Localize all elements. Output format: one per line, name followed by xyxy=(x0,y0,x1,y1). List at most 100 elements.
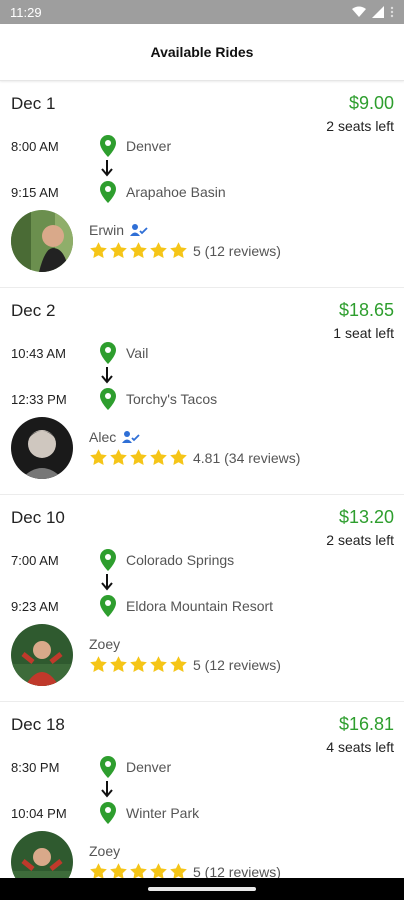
dropoff-place: Arapahoe Basin xyxy=(126,184,226,200)
driver-name: Zoey xyxy=(89,843,121,859)
seats-left: 2 seats left xyxy=(326,118,394,134)
rating-text: 4.81 (34 reviews) xyxy=(193,449,301,466)
star-icon xyxy=(110,449,127,465)
seats-left: 4 seats left xyxy=(326,739,394,755)
arrow-down-icon xyxy=(101,367,113,384)
star-icon xyxy=(170,449,187,465)
star-icon xyxy=(110,656,127,672)
driver-avatar[interactable] xyxy=(11,210,73,272)
driver-info: Erwin xyxy=(89,222,148,238)
home-gesture-handle[interactable] xyxy=(148,887,256,891)
driver-name: Erwin xyxy=(89,222,125,238)
star-icon xyxy=(130,242,147,258)
star-icon xyxy=(90,863,107,878)
star-icon xyxy=(90,242,107,258)
status-icons xyxy=(352,6,394,18)
driver-avatar[interactable] xyxy=(11,831,73,878)
dropoff-stop: 10:04 PM Winter Park xyxy=(0,801,404,825)
pickup-place: Vail xyxy=(126,345,149,361)
rating-text: 5 (12 reviews) xyxy=(193,863,281,879)
ride-date: Dec 1 xyxy=(11,94,56,113)
pickup-place: Colorado Springs xyxy=(126,552,235,568)
pickup-place: Denver xyxy=(126,138,172,154)
ride-price: $13.20 xyxy=(338,507,394,527)
dropoff-stop: 9:23 AM Eldora Mountain Resort xyxy=(0,594,404,618)
rating-text: 5 (12 reviews) xyxy=(193,242,281,259)
dropoff-place: Winter Park xyxy=(126,805,200,821)
ride-card[interactable]: Dec 1 $9.00 2 seats left 8:00 AM Denver … xyxy=(0,81,404,288)
star-rating xyxy=(89,448,188,467)
rating-text: 5 (12 reviews) xyxy=(193,656,281,673)
driver-rating: 5 (12 reviews) xyxy=(89,862,281,878)
star-icon xyxy=(150,656,167,672)
star-icon xyxy=(130,863,147,878)
ride-price: $18.65 xyxy=(338,300,394,320)
pickup-time: 10:43 AM xyxy=(11,345,66,361)
verified-user-icon xyxy=(122,431,140,443)
pickup-stop: 8:00 AM Denver xyxy=(0,134,404,158)
nav-bar xyxy=(0,878,404,900)
arrow-down-icon xyxy=(101,781,113,798)
star-icon xyxy=(170,656,187,672)
dropoff-stop: 12:33 PM Torchy's Tacos xyxy=(0,387,404,411)
location-pin-icon xyxy=(100,756,116,778)
pickup-stop: 8:30 PM Denver xyxy=(0,755,404,779)
pickup-time: 7:00 AM xyxy=(11,552,59,568)
driver-name: Alec xyxy=(89,429,117,445)
star-icon xyxy=(110,242,127,258)
pickup-time: 8:00 AM xyxy=(11,138,59,154)
location-pin-icon xyxy=(100,342,116,364)
location-pin-icon xyxy=(100,595,116,617)
driver-info: Alec xyxy=(89,429,140,445)
verified-user-icon xyxy=(130,224,148,236)
driver-info: Zoey xyxy=(89,843,120,859)
ride-price: $16.81 xyxy=(338,714,394,734)
status-bar: 11:29 xyxy=(0,0,404,24)
star-rating xyxy=(89,241,188,260)
star-icon xyxy=(90,449,107,465)
dropoff-place: Torchy's Tacos xyxy=(126,391,218,407)
ride-card[interactable]: Dec 2 $18.65 1 seat left 10:43 AM Vail 1… xyxy=(0,288,404,495)
location-pin-icon xyxy=(100,802,116,824)
pickup-stop: 7:00 AM Colorado Springs xyxy=(0,548,404,572)
driver-avatar[interactable] xyxy=(11,417,73,479)
star-icon xyxy=(150,449,167,465)
dropoff-stop: 9:15 AM Arapahoe Basin xyxy=(0,180,404,204)
dropoff-time: 9:23 AM xyxy=(11,598,59,614)
ride-date: Dec 2 xyxy=(11,301,56,320)
arrow-down-icon xyxy=(101,574,113,591)
star-icon xyxy=(170,242,187,258)
location-pin-icon xyxy=(100,181,116,203)
ride-card[interactable]: Dec 10 $13.20 2 seats left 7:00 AM Color… xyxy=(0,495,404,702)
pickup-time: 8:30 PM xyxy=(11,759,60,775)
location-pin-icon xyxy=(100,135,116,157)
pickup-place: Denver xyxy=(126,759,172,775)
ride-price: $9.00 xyxy=(348,93,394,113)
driver-name: Zoey xyxy=(89,636,121,652)
location-pin-icon xyxy=(100,549,116,571)
page-title: Available Rides xyxy=(150,44,254,60)
star-rating xyxy=(89,862,188,878)
driver-rating: 5 (12 reviews) xyxy=(89,655,281,674)
driver-rating: 4.81 (34 reviews) xyxy=(89,448,300,467)
wifi-icon xyxy=(352,6,366,17)
star-icon xyxy=(150,242,167,258)
dropoff-time: 9:15 AM xyxy=(11,184,59,200)
star-rating xyxy=(89,655,188,674)
seats-left: 2 seats left xyxy=(326,532,394,548)
more-vert-icon xyxy=(390,6,394,18)
ride-date: Dec 10 xyxy=(11,508,65,527)
driver-info: Zoey xyxy=(89,636,120,652)
ride-card[interactable]: Dec 18 $16.81 4 seats left 8:30 PM Denve… xyxy=(0,702,404,878)
star-icon xyxy=(130,449,147,465)
dropoff-time: 10:04 PM xyxy=(11,805,67,821)
rides-list[interactable]: Dec 1 $9.00 2 seats left 8:00 AM Denver … xyxy=(0,81,404,878)
status-time: 11:29 xyxy=(10,4,42,20)
star-icon xyxy=(110,863,127,878)
driver-avatar[interactable] xyxy=(11,624,73,686)
star-icon xyxy=(170,863,187,878)
driver-rating: 5 (12 reviews) xyxy=(89,241,281,260)
seats-left: 1 seat left xyxy=(333,325,394,341)
arrow-down-icon xyxy=(101,160,113,177)
star-icon xyxy=(150,863,167,878)
